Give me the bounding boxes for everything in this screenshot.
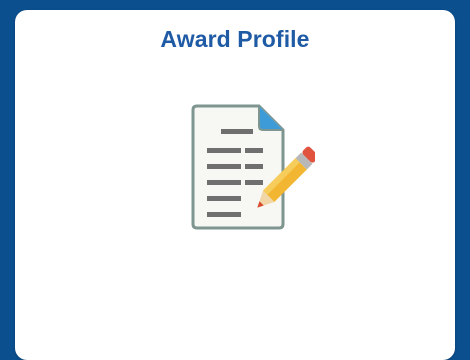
- document-edit-icon: [175, 98, 319, 238]
- award-profile-tile[interactable]: Award Profile: [15, 10, 455, 360]
- tile-title: Award Profile: [160, 26, 310, 52]
- page-background: Award Profile: [0, 0, 470, 360]
